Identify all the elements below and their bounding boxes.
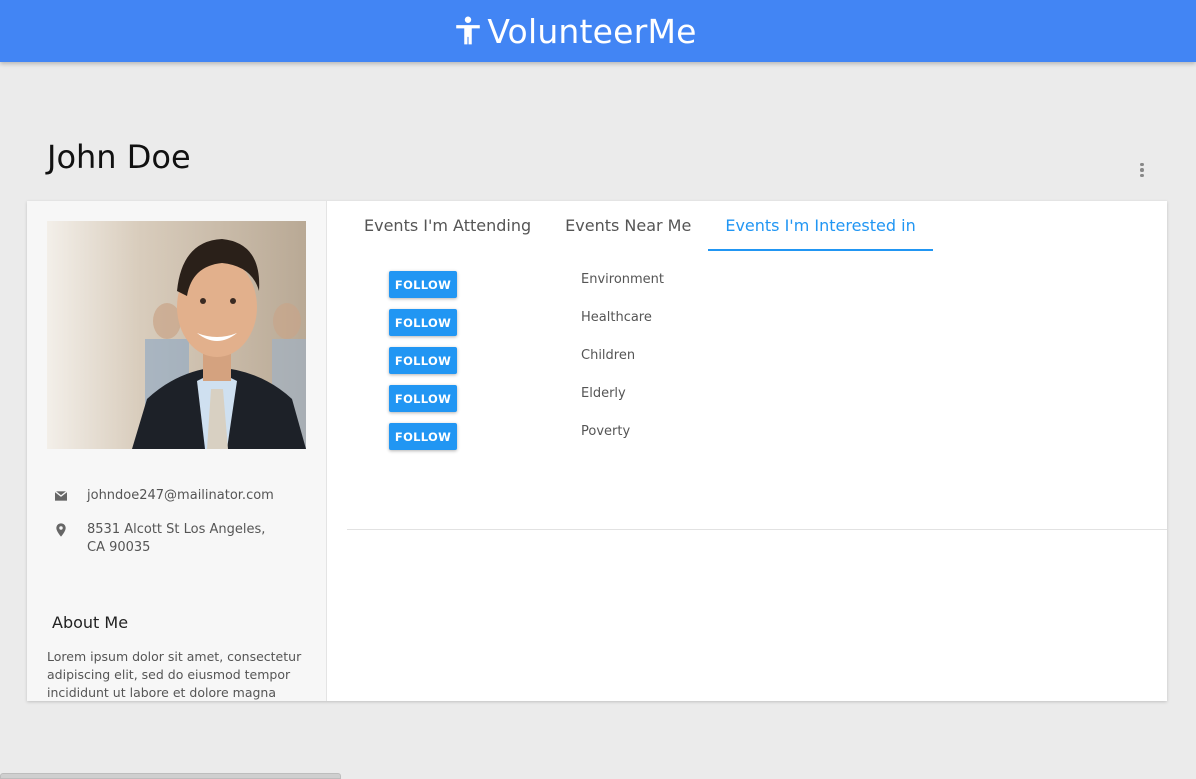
follow-poverty-button[interactable]: FOLLOW [389, 423, 457, 450]
interest-row-elderly: FOLLOW Elderly [389, 385, 789, 423]
about-me-text: Lorem ipsum dolor sit amet, consectetur … [47, 649, 302, 700]
tab-events-near-me[interactable]: Events Near Me [548, 201, 708, 251]
profile-sidebar: johndoe247@mailinator.com 8531 Alcott St… [27, 201, 327, 701]
follow-children-button[interactable]: FOLLOW [389, 347, 457, 374]
page-title: John Doe [47, 138, 191, 176]
email-icon [54, 490, 68, 501]
tab-events-interested[interactable]: Events I'm Interested in [708, 201, 933, 251]
interest-label: Healthcare [581, 310, 652, 325]
interest-label: Environment [581, 272, 665, 287]
follow-environment-button[interactable]: FOLLOW [389, 271, 457, 298]
event-tabs: Events I'm Attending Events Near Me Even… [347, 201, 933, 251]
address-text: 8531 Alcott St Los Angeles, CA 90035 [87, 522, 266, 555]
location-pin-icon [56, 523, 66, 537]
tab-events-attending[interactable]: Events I'm Attending [347, 201, 548, 251]
interest-row-healthcare: FOLLOW Healthcare [389, 309, 789, 347]
follow-elderly-button[interactable]: FOLLOW [389, 385, 457, 412]
interest-label: Elderly [581, 386, 626, 401]
accessibility-icon [456, 16, 481, 45]
content-divider [347, 529, 1167, 530]
brand[interactable]: VolunteerMe [455, 12, 696, 51]
interest-row-environment: FOLLOW Environment [389, 271, 789, 309]
email-text: johndoe247@mailinator.com [87, 488, 274, 503]
profile-card: johndoe247@mailinator.com 8531 Alcott St… [27, 201, 1167, 701]
app-bar: VolunteerMe [0, 0, 1196, 62]
about-me-heading: About Me [52, 613, 129, 632]
interest-label: Poverty [581, 424, 631, 439]
avatar [47, 221, 306, 449]
follow-healthcare-button[interactable]: FOLLOW [389, 309, 457, 336]
interest-label: Children [581, 348, 636, 363]
email-row: johndoe247@mailinator.com [53, 487, 287, 505]
interest-list: FOLLOW Environment FOLLOW Healthcare FOL… [389, 271, 789, 461]
horizontal-scrollbar[interactable] [0, 773, 341, 779]
address-row: 8531 Alcott St Los Angeles, CA 90035 [53, 521, 287, 557]
app-title: VolunteerMe [487, 11, 697, 51]
more-options-icon[interactable] [1134, 160, 1150, 180]
interest-row-children: FOLLOW Children [389, 347, 789, 385]
interest-row-poverty: FOLLOW Poverty [389, 423, 789, 461]
